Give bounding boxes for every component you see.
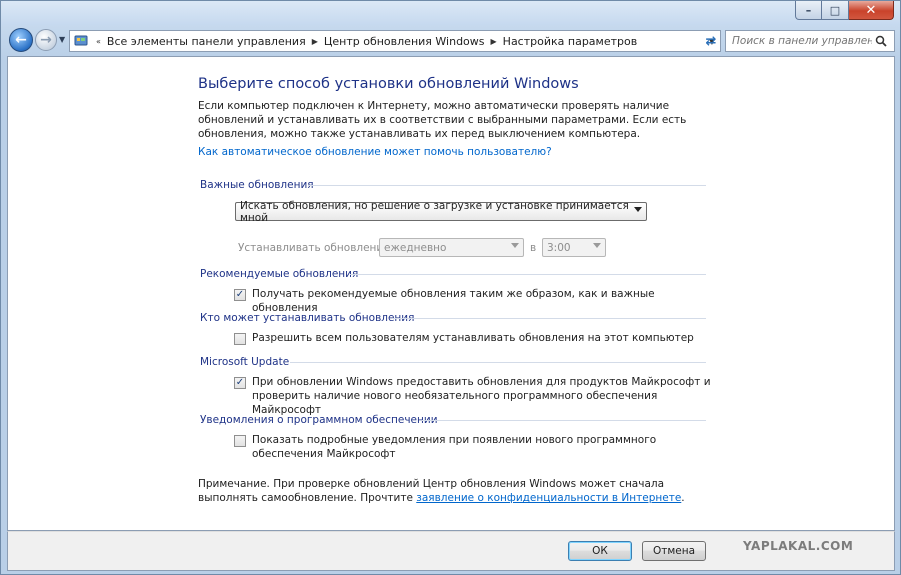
section-title-important-updates: Важные обновления <box>200 179 314 191</box>
install-frequency-select[interactable]: ежедневно <box>379 238 524 257</box>
watermark-logo: YAPLAKAL.COM <box>743 539 854 553</box>
checkmark-icon: ✓ <box>235 377 245 388</box>
search-input[interactable] <box>732 35 872 47</box>
microsoft-update-option[interactable]: ✓ При обновлении Windows предоставить об… <box>234 375 712 417</box>
arrow-left-icon: ← <box>15 32 27 48</box>
forward-button[interactable]: → <box>35 29 57 51</box>
control-panel-window: – □ ✕ ← → ▼ « Все элементы панели управл… <box>0 0 901 575</box>
all-users-label: Разрешить всем пользователям устанавлива… <box>252 332 694 344</box>
caption-buttons: – □ ✕ <box>795 1 894 20</box>
all-users-option[interactable]: Разрешить всем пользователям устанавлива… <box>234 331 712 345</box>
microsoft-update-checkbox[interactable]: ✓ <box>234 377 246 389</box>
chevron-double-icon: « <box>96 36 101 46</box>
dialog-button-bar: ОК Отмена YAPLAKAL.COM <box>7 531 895 571</box>
breadcrumb-all-control-panel-items[interactable]: Все элементы панели управления <box>107 35 306 48</box>
breadcrumb-change-settings[interactable]: Настройка параметров <box>503 35 638 48</box>
close-button[interactable]: ✕ <box>849 1 894 20</box>
settings-content: Выберите способ установки обновлений Win… <box>7 56 895 531</box>
software-notifications-option[interactable]: Показать подробные уведомления при появл… <box>234 433 712 461</box>
page-title: Выберите способ установки обновлений Win… <box>198 76 579 92</box>
chevron-right-icon[interactable]: ▶ <box>491 37 497 46</box>
update-mode-select[interactable]: Искать обновления, но решение о загрузке… <box>235 199 647 224</box>
recommended-updates-checkbox[interactable]: ✓ <box>234 289 246 301</box>
software-notifications-label: Показать подробные уведомления при появл… <box>252 434 657 460</box>
privacy-note-suffix: . <box>681 492 685 504</box>
chevron-down-icon <box>593 243 601 248</box>
navigation-bar: ← → ▼ « Все элементы панели управления ▶… <box>1 25 900 55</box>
maximize-button[interactable]: □ <box>822 1 849 20</box>
install-time-select[interactable]: 3:00 <box>542 238 606 257</box>
update-mode-value: Искать обновления, но решение о загрузке… <box>240 199 629 224</box>
all-users-checkbox[interactable] <box>234 333 246 345</box>
checkmark-icon: ✓ <box>235 289 245 300</box>
back-button[interactable]: ← <box>9 28 33 52</box>
install-frequency-value: ежедневно <box>384 241 447 254</box>
recommended-updates-option[interactable]: ✓ Получать рекомендуемые обновления таки… <box>234 287 712 315</box>
section-divider <box>350 274 706 275</box>
arrow-right-icon: → <box>40 32 52 48</box>
help-link[interactable]: Как автоматическое обновление может помо… <box>198 146 552 158</box>
section-title-who-can-install: Кто может устанавливать обновления <box>200 312 415 324</box>
microsoft-update-label: При обновлении Windows предоставить обно… <box>252 376 711 416</box>
section-divider <box>308 185 706 186</box>
title-bar: – □ ✕ <box>1 1 900 25</box>
search-icon[interactable] <box>872 32 890 50</box>
recent-pages-dropdown[interactable]: ▼ <box>59 35 65 44</box>
breadcrumb-windows-update[interactable]: Центр обновления Windows <box>324 35 485 48</box>
privacy-statement-link[interactable]: заявление о конфиденциальности в Интерне… <box>416 492 681 504</box>
section-title-recommended-updates: Рекомендуемые обновления <box>200 268 359 280</box>
install-time-label: в <box>530 242 537 254</box>
chevron-down-icon: ▼ <box>59 35 66 44</box>
search-box[interactable] <box>725 30 895 52</box>
recommended-updates-label: Получать рекомендуемые обновления таким … <box>252 288 655 314</box>
section-divider <box>422 420 706 421</box>
section-title-software-notifications: Уведомления о программном обеспечении <box>200 414 438 426</box>
install-schedule-label: Устанавливать обновления: <box>238 242 394 254</box>
intro-text: Если компьютер подключен к Интернету, мо… <box>198 100 687 140</box>
cancel-button[interactable]: Отмена <box>642 541 706 561</box>
chevron-down-icon <box>634 207 642 212</box>
refresh-button[interactable]: ⇄ <box>701 30 721 52</box>
refresh-icon: ⇄ <box>705 33 717 49</box>
control-panel-icon <box>72 32 90 50</box>
minimize-button[interactable]: – <box>795 1 822 20</box>
chevron-right-icon[interactable]: ▶ <box>312 37 318 46</box>
privacy-note: Примечание. При проверке обновлений Цент… <box>198 477 708 505</box>
address-bar[interactable]: « Все элементы панели управления ▶ Центр… <box>69 30 721 52</box>
section-title-microsoft-update: Microsoft Update <box>200 356 290 368</box>
install-time-value: 3:00 <box>547 241 571 254</box>
ok-button[interactable]: ОК <box>568 541 632 561</box>
section-divider <box>290 362 706 363</box>
breadcrumb: « Все элементы панели управления ▶ Центр… <box>90 35 704 48</box>
chevron-down-icon <box>511 243 519 248</box>
section-divider <box>392 318 706 319</box>
software-notifications-checkbox[interactable] <box>234 435 246 447</box>
